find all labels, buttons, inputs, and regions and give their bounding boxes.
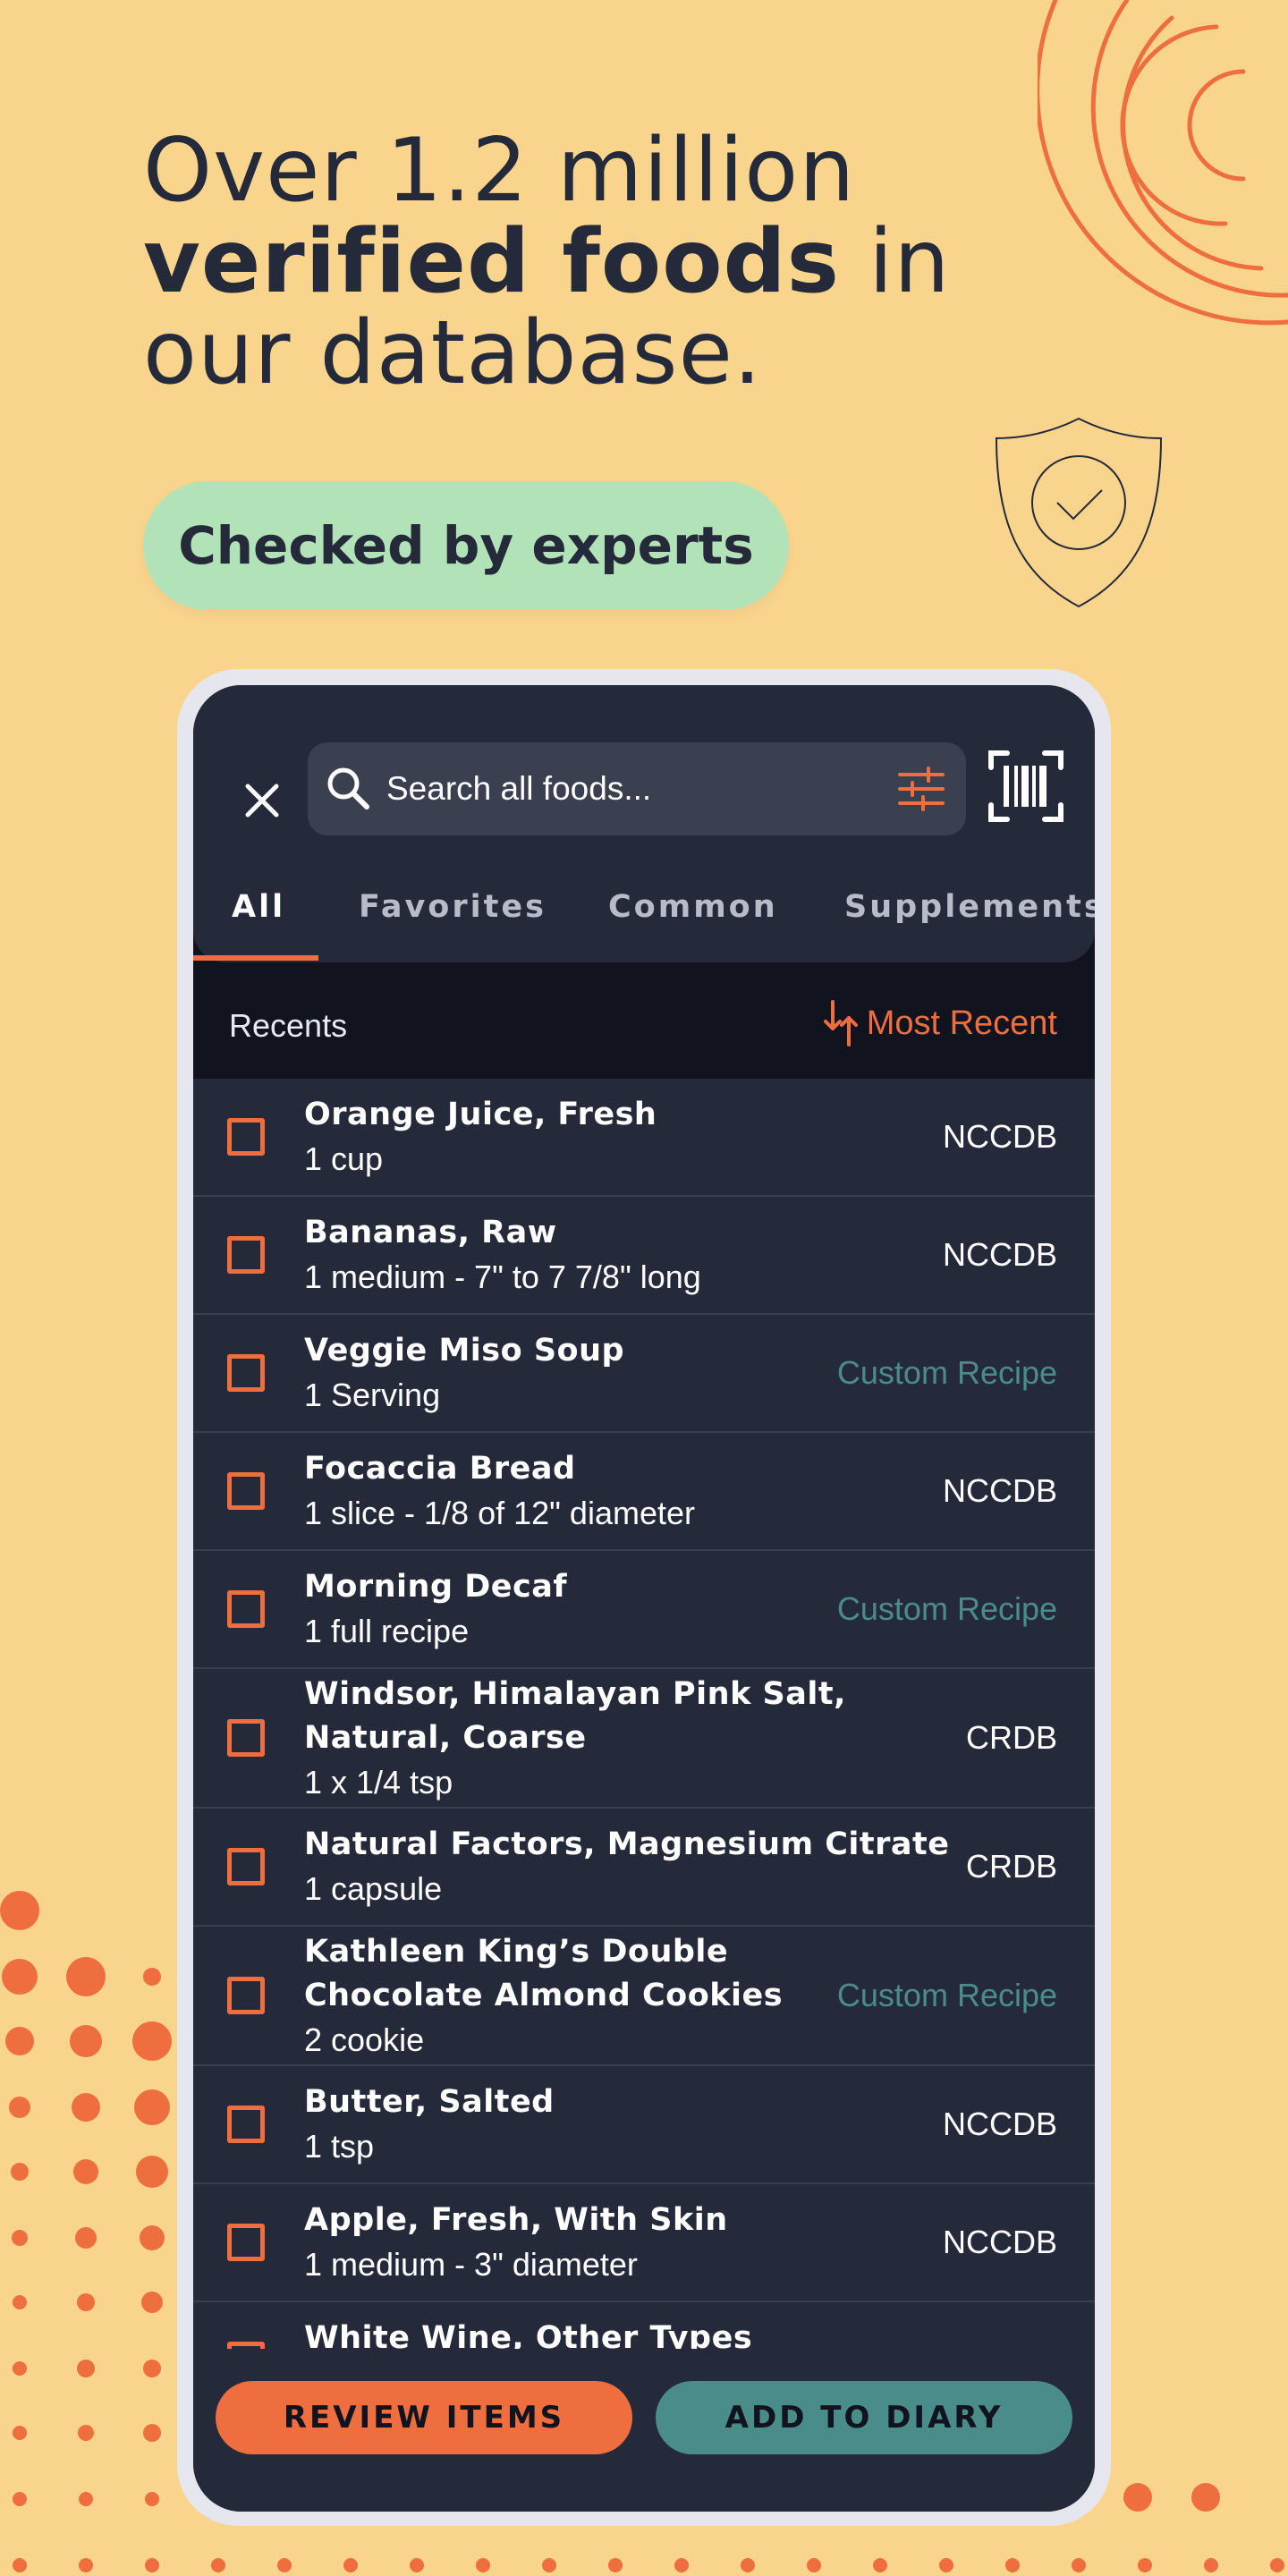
decorative-arcs	[1038, 0, 1288, 326]
item-serving: 1 cup	[304, 1140, 384, 1177]
sort-icon	[823, 1000, 858, 1046]
item-name: Natural Factors, Magnesium Citrate	[304, 1826, 950, 1862]
headline-line2: verified foods in	[143, 216, 951, 308]
item-serving: 1 slice - 1/8 of 12" diameter	[304, 1495, 695, 1531]
item-checkbox[interactable]	[227, 1719, 265, 1757]
item-checkbox[interactable]	[227, 1848, 265, 1885]
barcode-icon[interactable]	[987, 748, 1064, 825]
list-item[interactable]: Orange Juice, Fresh 1 cup NCCDB	[193, 1079, 1095, 1197]
item-checkbox[interactable]	[227, 1977, 265, 2014]
close-button[interactable]	[225, 764, 299, 837]
item-name: Morning Decaf	[304, 1569, 568, 1605]
review-items-button[interactable]: REVIEW ITEMS	[216, 2381, 632, 2454]
item-source: NCCDB	[942, 1118, 1057, 1155]
list-item[interactable]: Windsor, Himalayan Pink Salt, Natural, Co…	[193, 1669, 1095, 1809]
tab-supplements[interactable]: Supplements	[844, 889, 1095, 925]
headline-line1: Over 1.2 million	[143, 120, 856, 222]
item-checkbox[interactable]	[227, 1354, 265, 1392]
search-icon	[327, 767, 369, 809]
item-serving: 1 tsp	[304, 2128, 375, 2165]
list-item[interactable]: Focaccia Bread 1 slice - 1/8 of 12" diame…	[193, 1433, 1095, 1551]
item-name: Apple, Fresh, With Skin	[304, 2202, 728, 2238]
item-checkbox[interactable]	[227, 2224, 265, 2261]
item-source: NCCDB	[942, 2224, 1057, 2260]
list-item[interactable]: Veggie Miso Soup 1 Serving Custom Recipe	[193, 1315, 1095, 1433]
sort-label: Most Recent	[866, 1004, 1057, 1042]
sort-button[interactable]: Most Recent	[823, 1000, 1057, 1046]
list-item[interactable]: Apple, Fresh, With Skin 1 medium - 3" dia…	[193, 2184, 1095, 2302]
search-placeholder: Search all foods...	[386, 770, 652, 807]
item-checkbox[interactable]	[227, 1236, 265, 1274]
item-name-line2: Natural, Coarse	[304, 1720, 587, 1756]
list-item[interactable]: Butter, Salted 1 tsp NCCDB	[193, 2066, 1095, 2184]
item-source: Custom Recipe	[836, 1977, 1057, 2013]
app-header: Search all foods... All Favorites Common…	[193, 685, 1095, 962]
active-tab-indicator	[193, 955, 318, 961]
list-item[interactable]: Natural Factors, Magnesium Citrate 1 caps…	[193, 1809, 1095, 1927]
filter-icon[interactable]	[896, 766, 946, 812]
item-serving: 1 Serving	[304, 1377, 441, 1413]
item-name: Focaccia Bread	[304, 1451, 576, 1487]
item-serving: 1 medium - 7" to 7 7/8" long	[304, 1258, 701, 1295]
item-serving: 2 cookie	[304, 2021, 425, 2058]
item-serving: 1 capsule	[304, 1870, 443, 1907]
tab-common[interactable]: Common	[608, 889, 778, 925]
item-source: Custom Recipe	[836, 1354, 1057, 1391]
headline-line3: our database.	[143, 302, 763, 404]
shield-check-icon	[995, 417, 1163, 608]
close-icon	[245, 784, 279, 818]
list-item[interactable]: Bananas, Raw 1 medium - 7" to 7 7/8" long…	[193, 1197, 1095, 1315]
item-checkbox[interactable]	[227, 1590, 265, 1628]
app-screen: Search all foods... All Favorites Common…	[193, 685, 1095, 2512]
item-source: NCCDB	[942, 1472, 1057, 1509]
food-list: Orange Juice, Fresh 1 cup NCCDB Bananas, …	[193, 1079, 1095, 2420]
item-source: CRDB	[965, 1848, 1057, 1885]
item-serving: 1 full recipe	[304, 1613, 470, 1649]
headline: Over 1.2 million verified foods in our d…	[143, 125, 951, 399]
item-name: Butter, Salted	[304, 2084, 555, 2120]
add-to-diary-button[interactable]: ADD TO DIARY	[656, 2381, 1072, 2454]
item-checkbox[interactable]	[227, 1472, 265, 1510]
item-name: Windsor, Himalayan Pink Salt,	[304, 1676, 846, 1712]
tab-all[interactable]: All	[232, 889, 285, 925]
checked-badge: Checked by experts	[143, 481, 789, 610]
list-item[interactable]: Morning Decaf 1 full recipe Custom Recipe	[193, 1551, 1095, 1669]
item-source: NCCDB	[942, 2106, 1057, 2142]
search-input[interactable]: Search all foods...	[308, 742, 966, 835]
item-checkbox[interactable]	[227, 2106, 265, 2143]
item-name-line2: Chocolate Almond Cookies	[304, 1978, 784, 2013]
item-name: Veggie Miso Soup	[304, 1333, 625, 1368]
headline-bold: verified foods	[143, 211, 841, 313]
list-item[interactable]: Kathleen King’s Double Chocolate Almond C…	[193, 1927, 1095, 2066]
item-checkbox[interactable]	[227, 1118, 265, 1156]
tab-favorites[interactable]: Favorites	[359, 889, 547, 925]
item-serving: 1 x 1/4 tsp	[304, 1764, 453, 1801]
headline-line2-rest: in	[840, 211, 951, 313]
item-name: Kathleen King’s Double	[304, 1934, 729, 1970]
item-serving: 1 medium - 3" diameter	[304, 2246, 638, 2283]
item-source: CRDB	[965, 1719, 1057, 1756]
item-source: NCCDB	[942, 1236, 1057, 1273]
section-label: Recents	[229, 1007, 348, 1044]
item-name: Bananas, Raw	[304, 1215, 557, 1250]
item-source: Custom Recipe	[836, 1590, 1057, 1627]
item-name: Orange Juice, Fresh	[304, 1097, 657, 1132]
